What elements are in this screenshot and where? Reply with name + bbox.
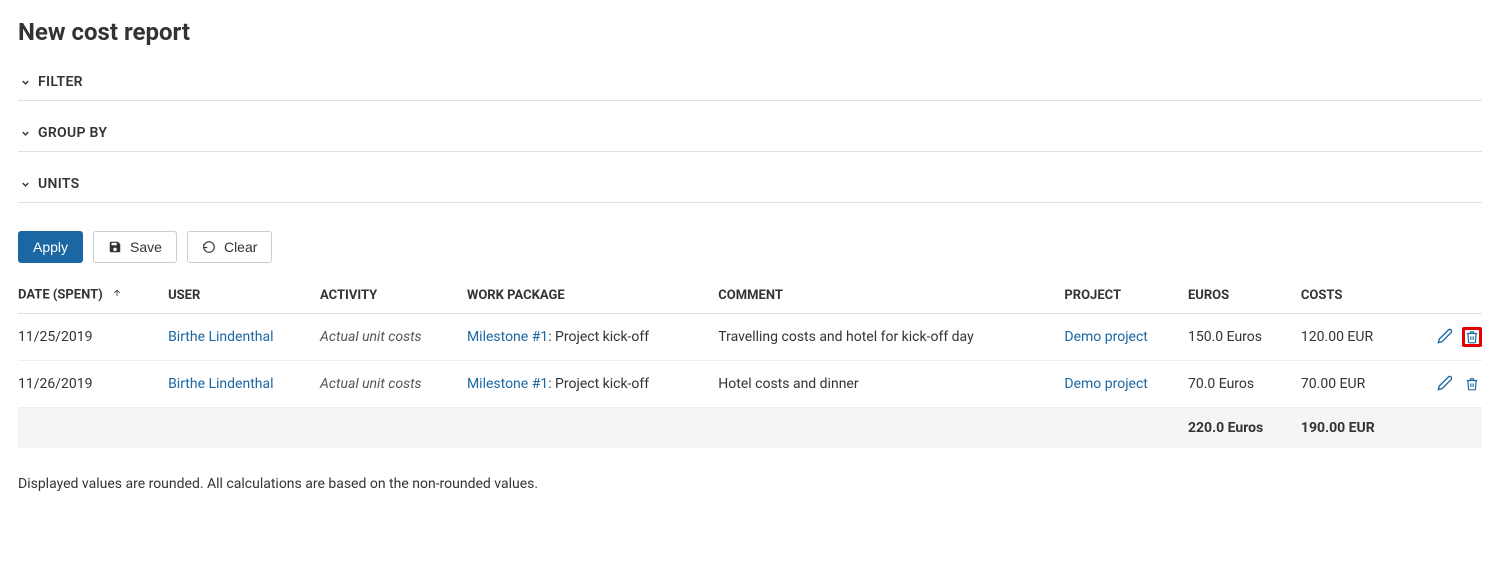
- save-button[interactable]: Save: [93, 231, 177, 263]
- cell-date: 11/25/2019: [18, 314, 168, 361]
- col-euros[interactable]: EUROS: [1188, 277, 1301, 314]
- cell-comment: Travelling costs and hotel for kick-off …: [718, 314, 1064, 361]
- cell-comment: Hotel costs and dinner: [718, 361, 1064, 408]
- user-link[interactable]: Birthe Lindenthal: [168, 329, 273, 345]
- save-icon: [108, 240, 122, 254]
- col-date-spent-label: DATE (SPENT): [18, 287, 103, 302]
- groupby-label: GROUP BY: [38, 125, 107, 141]
- groupby-section-toggle[interactable]: GROUP BY: [18, 115, 1482, 152]
- work-package-link[interactable]: Milestone #1: [467, 376, 548, 392]
- sort-ascending-icon: [112, 287, 122, 303]
- work-package-rest: : Project kick-off: [548, 376, 649, 392]
- edit-icon[interactable]: [1435, 326, 1455, 346]
- project-link[interactable]: Demo project: [1064, 329, 1147, 345]
- chevron-down-icon: [18, 177, 32, 191]
- undo-icon: [202, 240, 216, 254]
- action-button-row: Apply Save Clear: [18, 231, 1482, 263]
- units-section-toggle[interactable]: UNITS: [18, 166, 1482, 203]
- table-header-row: DATE (SPENT) USER ACTIVITY WORK PACKAGE …: [18, 277, 1482, 314]
- clear-button[interactable]: Clear: [187, 231, 272, 263]
- col-user[interactable]: USER: [168, 277, 320, 314]
- page-title: New cost report: [18, 18, 1482, 46]
- filter-section-toggle[interactable]: FILTER: [18, 64, 1482, 101]
- col-project[interactable]: PROJECT: [1064, 277, 1188, 314]
- work-package-link[interactable]: Milestone #1: [467, 329, 548, 345]
- col-costs[interactable]: COSTS: [1301, 277, 1412, 314]
- project-link[interactable]: Demo project: [1064, 376, 1147, 392]
- totals-row: 220.0 Euros 190.00 EUR: [18, 408, 1482, 449]
- cell-costs: 70.00 EUR: [1301, 361, 1412, 408]
- clear-button-label: Clear: [224, 239, 257, 255]
- work-package-rest: : Project kick-off: [548, 329, 649, 345]
- cell-costs: 120.00 EUR: [1301, 314, 1412, 361]
- chevron-down-icon: [18, 75, 32, 89]
- cell-euros: 70.0 Euros: [1188, 361, 1301, 408]
- apply-button[interactable]: Apply: [18, 231, 83, 263]
- col-activity[interactable]: ACTIVITY: [320, 277, 467, 314]
- cost-report-table: DATE (SPENT) USER ACTIVITY WORK PACKAGE …: [18, 277, 1482, 448]
- total-costs: 190.00 EUR: [1301, 408, 1412, 449]
- delete-icon[interactable]: [1462, 327, 1482, 347]
- footer-note: Displayed values are rounded. All calcul…: [18, 476, 1482, 492]
- cell-date: 11/26/2019: [18, 361, 168, 408]
- save-button-label: Save: [130, 239, 162, 255]
- cell-activity: Actual unit costs: [320, 361, 467, 408]
- cell-euros: 150.0 Euros: [1188, 314, 1301, 361]
- filter-label: FILTER: [38, 74, 83, 90]
- user-link[interactable]: Birthe Lindenthal: [168, 376, 273, 392]
- edit-icon[interactable]: [1435, 373, 1455, 393]
- table-row: 11/25/2019 Birthe Lindenthal Actual unit…: [18, 314, 1482, 361]
- col-date-spent[interactable]: DATE (SPENT): [18, 277, 168, 314]
- col-comment[interactable]: COMMENT: [718, 277, 1064, 314]
- cell-activity: Actual unit costs: [320, 314, 467, 361]
- units-label: UNITS: [38, 176, 79, 192]
- total-euros: 220.0 Euros: [1188, 408, 1301, 449]
- table-row: 11/26/2019 Birthe Lindenthal Actual unit…: [18, 361, 1482, 408]
- delete-icon[interactable]: [1462, 374, 1482, 394]
- chevron-down-icon: [18, 126, 32, 140]
- col-work-package[interactable]: WORK PACKAGE: [467, 277, 718, 314]
